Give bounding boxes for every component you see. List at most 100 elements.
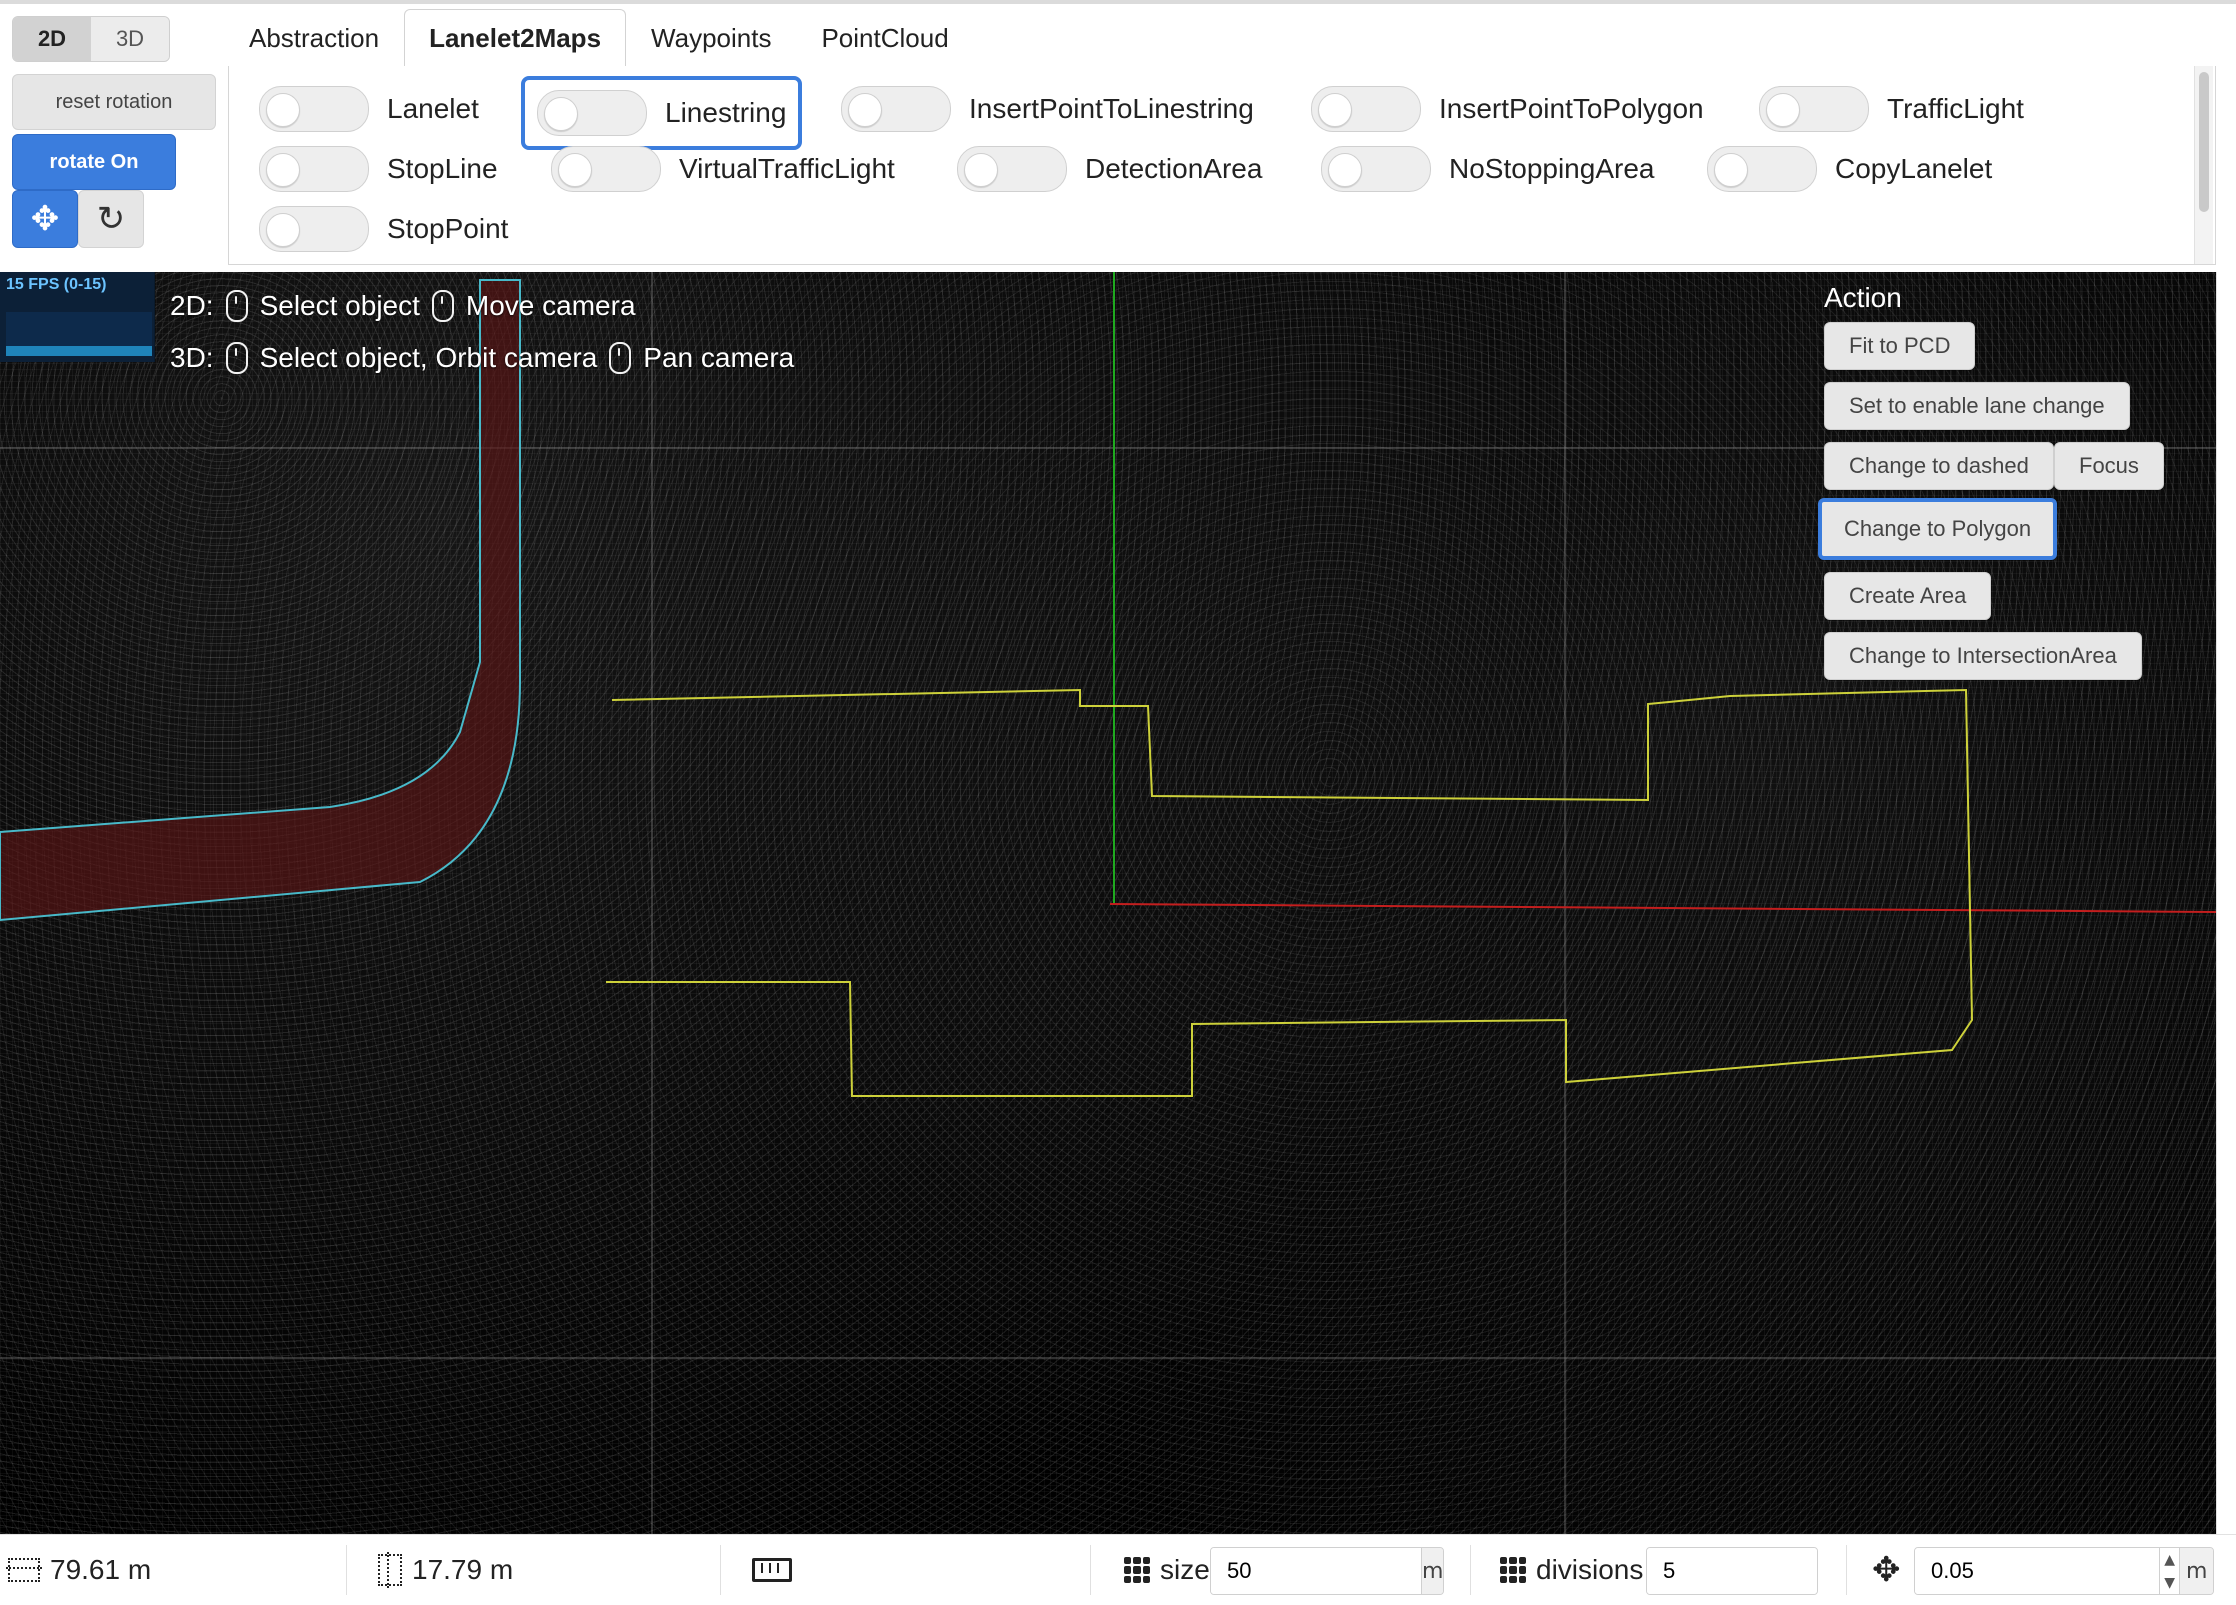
- create-area-button[interactable]: Create Area: [1824, 572, 1992, 620]
- tab-bar: Abstraction Lanelet2Maps Waypoints Point…: [224, 9, 974, 66]
- option-insert-point-to-linestring[interactable]: InsertPointToLinestring: [841, 80, 1254, 138]
- tab-abstraction[interactable]: Abstraction: [224, 9, 404, 66]
- map-viewport[interactable]: 15 FPS (0-15) 2D: Select object Move cam…: [0, 272, 2216, 1534]
- grid-icon: [1500, 1557, 1526, 1583]
- action-title: Action: [1824, 282, 1902, 313]
- help-3d-select-orbit: Select object, Orbit camera: [259, 342, 598, 373]
- option-linestring[interactable]: Linestring: [521, 76, 803, 150]
- change-to-dashed-button[interactable]: Change to dashed: [1824, 442, 2054, 490]
- action-button-label: Change to Polygon: [1844, 516, 2032, 541]
- option-label: CopyLanelet: [1835, 153, 1993, 184]
- lanelet-options-panel: Lanelet Linestring InsertPointToLinestri…: [228, 66, 2216, 265]
- change-to-intersection-area-button[interactable]: Change to IntersectionArea: [1824, 632, 2142, 680]
- move-tool-button[interactable]: ✥: [12, 190, 78, 248]
- option-traffic-light[interactable]: TrafficLight: [1759, 80, 2024, 138]
- width-readout: 79.61 m: [6, 1535, 151, 1605]
- fps-label: 15 FPS (0-15): [6, 276, 107, 293]
- enable-lane-change-button[interactable]: Set to enable lane change: [1824, 382, 2130, 430]
- toggle-switch[interactable]: [1311, 86, 1421, 132]
- action-panel: Action Fit to PCD Set to enable lane cha…: [1818, 282, 2184, 680]
- help-3d-pan: Pan camera: [643, 342, 795, 373]
- top-toolbar: 2D 3D reset rotation rotate On ✥ ↻ Abstr…: [0, 0, 2236, 272]
- option-label: TrafficLight: [1887, 93, 2024, 124]
- move-step-input[interactable]: [1915, 1548, 2159, 1594]
- option-no-stopping-area[interactable]: NoStoppingArea: [1321, 140, 1654, 198]
- grid-size-label: size: [1160, 1554, 1210, 1585]
- action-button-label: Focus: [2079, 453, 2139, 478]
- move-step-unit: m: [2179, 1548, 2213, 1594]
- option-copy-lanelet[interactable]: CopyLanelet: [1707, 140, 1992, 198]
- option-label: Linestring: [665, 97, 787, 128]
- refresh-button[interactable]: ↻: [78, 190, 144, 248]
- divisions-label: divisions: [1536, 1554, 1644, 1585]
- axis-red-line: [1109, 903, 2216, 913]
- fit-to-pcd-button[interactable]: Fit to PCD: [1824, 322, 1976, 370]
- divisions-input[interactable]: [1647, 1548, 1817, 1594]
- ruler-tool[interactable]: [752, 1535, 792, 1605]
- mouse-left-icon: [225, 342, 248, 374]
- move-step-field[interactable]: ▲ ▼ m: [1914, 1547, 2214, 1595]
- tab-waypoints[interactable]: Waypoints: [626, 9, 796, 66]
- height-readout: 17.79 m: [378, 1535, 513, 1605]
- option-label: DetectionArea: [1085, 153, 1263, 184]
- action-button-label: Change to IntersectionArea: [1849, 643, 2117, 668]
- move-step-stepper[interactable]: ▲ ▼: [2159, 1548, 2179, 1594]
- mode-2d-button[interactable]: 2D: [13, 17, 91, 61]
- option-detection-area[interactable]: DetectionArea: [957, 140, 1262, 198]
- option-insert-point-to-polygon[interactable]: InsertPointToPolygon: [1311, 80, 1704, 138]
- toggle-switch[interactable]: [957, 146, 1067, 192]
- toggle-switch[interactable]: [259, 146, 369, 192]
- option-virtual-traffic-light[interactable]: VirtualTrafficLight: [551, 140, 895, 198]
- toggle-switch[interactable]: [1321, 146, 1431, 192]
- toggle-switch[interactable]: [1759, 86, 1869, 132]
- view-controls: 2D 3D reset rotation rotate On ✥ ↻: [0, 0, 224, 272]
- options-scroll-thumb[interactable]: [2199, 72, 2209, 212]
- divisions-field[interactable]: [1646, 1547, 1818, 1595]
- option-label: Lanelet: [387, 93, 479, 124]
- camera-help: 2D: Select object Move camera 3D: Select…: [170, 280, 794, 384]
- toggle-switch[interactable]: [259, 206, 369, 252]
- reset-rotation-button[interactable]: reset rotation: [12, 74, 216, 130]
- toggle-switch[interactable]: [259, 86, 369, 132]
- tab-pointcloud[interactable]: PointCloud: [796, 9, 973, 66]
- viewport-scrollbar[interactable]: [2216, 272, 2236, 1534]
- move-icon: ✥: [30, 200, 60, 238]
- rotate-on-label: rotate On: [49, 150, 139, 173]
- move-step-control: ✥: [1872, 1535, 1901, 1605]
- toggle-switch[interactable]: [551, 146, 661, 192]
- rotate-on-button[interactable]: rotate On: [12, 134, 176, 190]
- bottom-separator: [720, 1545, 721, 1595]
- mouse-right-icon: [431, 290, 454, 322]
- reset-rotation-label: reset rotation: [55, 90, 173, 113]
- mouse-left-icon: [225, 290, 248, 322]
- fps-monitor: 15 FPS (0-15): [0, 272, 155, 362]
- height-value: 17.79 m: [412, 1554, 514, 1585]
- refresh-icon: ↻: [96, 200, 126, 238]
- toggle-switch[interactable]: [841, 86, 951, 132]
- stepper-down-icon[interactable]: ▼: [2160, 1571, 2179, 1594]
- toggle-switch[interactable]: [1707, 146, 1817, 192]
- option-lanelet[interactable]: Lanelet: [259, 80, 479, 138]
- help-line-3d: 3D: Select object, Orbit camera Pan came…: [170, 332, 794, 384]
- change-to-polygon-wrap: Change to Polygon: [1818, 498, 2063, 564]
- help-line-2d: 2D: Select object Move camera: [170, 280, 794, 332]
- help-2d-move: Move camera: [465, 290, 636, 321]
- options-scrollbar[interactable]: [2194, 66, 2213, 264]
- option-stop-line[interactable]: StopLine: [259, 140, 498, 198]
- fps-graph: [6, 312, 152, 356]
- stepper-up-icon[interactable]: ▲: [2160, 1548, 2179, 1571]
- option-label: VirtualTrafficLight: [679, 153, 895, 184]
- option-label: StopLine: [387, 153, 498, 184]
- mode-3d-button[interactable]: 3D: [91, 17, 169, 61]
- change-to-polygon-button[interactable]: Change to Polygon: [1818, 498, 2058, 560]
- focus-button[interactable]: Focus: [2054, 442, 2164, 490]
- dimension-toggle: 2D 3D: [12, 16, 170, 62]
- parking-polygon: [606, 688, 1974, 1097]
- grid-size-input[interactable]: [1211, 1548, 1421, 1594]
- option-stop-point[interactable]: StopPoint: [259, 200, 508, 258]
- toggle-switch[interactable]: [537, 90, 647, 136]
- tab-lanelet2maps[interactable]: Lanelet2Maps: [404, 9, 627, 66]
- grid-size-field[interactable]: m: [1210, 1547, 1444, 1595]
- bottom-separator: [346, 1545, 347, 1595]
- app-root: 2D 3D reset rotation rotate On ✥ ↻ Abstr…: [0, 0, 2236, 1605]
